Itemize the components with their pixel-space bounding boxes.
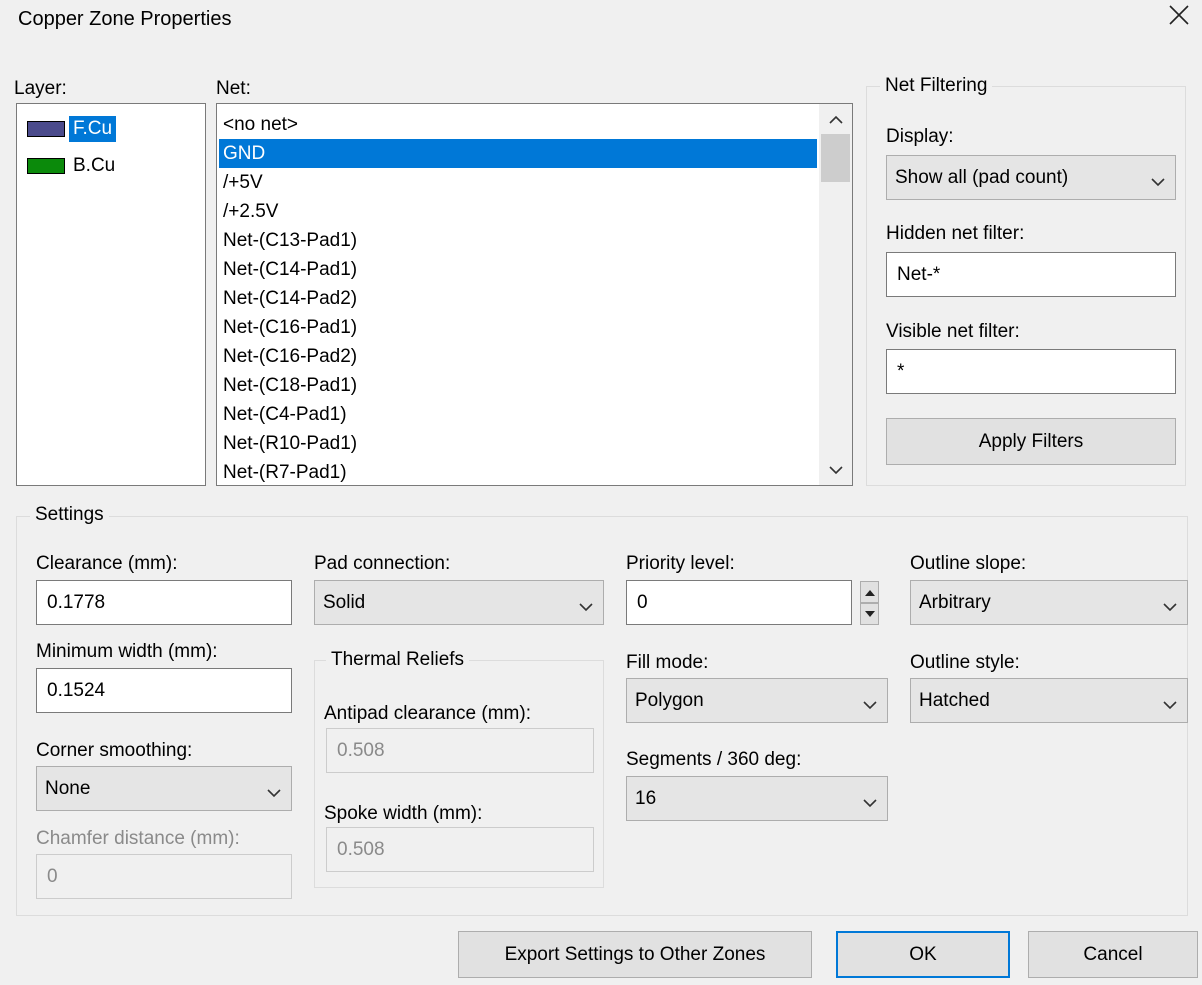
outline-slope-select[interactable]: Arbitrary: [910, 580, 1188, 625]
layer-item-label: B.Cu: [73, 155, 116, 176]
clearance-label: Clearance (mm):: [36, 553, 178, 574]
apply-filters-button[interactable]: Apply Filters: [886, 418, 1176, 465]
chevron-down-icon: [579, 596, 593, 618]
visible-net-filter-label: Visible net filter:: [886, 321, 1020, 342]
net-list-item[interactable]: Net-(C16-Pad1): [219, 313, 817, 342]
chevron-down-icon: [1163, 596, 1177, 618]
outline-slope-label: Outline slope:: [910, 553, 1027, 574]
dialog-title: Copper Zone Properties: [18, 8, 232, 30]
settings-title: Settings: [30, 504, 109, 526]
net-list-item[interactable]: /+5V: [219, 168, 817, 197]
spoke-width-input[interactable]: 0.508: [326, 827, 594, 872]
display-label: Display:: [886, 126, 954, 147]
chevron-up-icon[interactable]: [819, 104, 852, 134]
spin-up-button[interactable]: [860, 581, 879, 603]
chevron-down-icon: [1151, 171, 1165, 193]
layer-label: Layer:: [14, 78, 67, 99]
corner-smoothing-select[interactable]: None: [36, 766, 292, 811]
segments-label: Segments / 360 deg:: [626, 749, 802, 770]
net-label: Net:: [216, 78, 251, 99]
net-list-item[interactable]: Net-(R7-Pad1): [219, 458, 817, 485]
segments-value: 16: [635, 787, 657, 809]
export-settings-button[interactable]: Export Settings to Other Zones: [458, 931, 812, 978]
ok-button[interactable]: OK: [836, 931, 1010, 978]
close-icon[interactable]: [1168, 4, 1190, 26]
layer-item-bcu[interactable]: B.Cu: [27, 149, 119, 183]
net-filtering-title: Net Filtering: [880, 75, 993, 97]
net-list-item[interactable]: Net-(C18-Pad1): [219, 371, 817, 400]
fill-mode-select[interactable]: Polygon: [626, 678, 888, 723]
net-list-item[interactable]: Net-(C16-Pad2): [219, 342, 817, 371]
net-list-item[interactable]: /+2.5V: [219, 197, 817, 226]
clearance-input[interactable]: 0.1778: [36, 580, 292, 625]
display-select-value: Show all (pad count): [895, 166, 1069, 188]
corner-smoothing-label: Corner smoothing:: [36, 740, 193, 761]
layer-color-swatch: [27, 158, 65, 174]
chevron-down-icon: [863, 792, 877, 814]
pad-connection-value: Solid: [323, 591, 366, 613]
pad-connection-select[interactable]: Solid: [314, 580, 604, 625]
outline-style-value: Hatched: [919, 689, 990, 711]
minimum-width-label: Minimum width (mm):: [36, 641, 218, 662]
hidden-net-filter-label: Hidden net filter:: [886, 223, 1025, 244]
thermal-reliefs-title: Thermal Reliefs: [326, 649, 470, 671]
chevron-down-icon: [863, 694, 877, 716]
fill-mode-value: Polygon: [635, 689, 704, 711]
spin-down-button[interactable]: [860, 603, 879, 625]
chevron-down-icon[interactable]: [819, 455, 852, 485]
layer-color-swatch: [27, 121, 65, 137]
corner-smoothing-value: None: [45, 777, 91, 799]
priority-level-input[interactable]: 0: [626, 580, 852, 625]
fill-mode-label: Fill mode:: [626, 652, 709, 673]
layer-list[interactable]: F.Cu B.Cu: [16, 103, 206, 486]
outline-style-select[interactable]: Hatched: [910, 678, 1188, 723]
net-list[interactable]: <no net> GND /+5V /+2.5V Net-(C13-Pad1) …: [216, 103, 853, 486]
net-list-item[interactable]: Net-(C13-Pad1): [219, 226, 817, 255]
chamfer-distance-label: Chamfer distance (mm):: [36, 828, 240, 849]
pad-connection-label: Pad connection:: [314, 553, 451, 574]
scrollbar-thumb[interactable]: [821, 134, 850, 182]
net-list-scrollbar[interactable]: [819, 104, 852, 485]
outline-style-label: Outline style:: [910, 652, 1020, 673]
cancel-button[interactable]: Cancel: [1028, 931, 1198, 978]
chamfer-distance-input[interactable]: 0: [36, 854, 292, 899]
layer-item-fcu[interactable]: F.Cu: [27, 112, 117, 146]
hidden-net-filter-input[interactable]: Net-*: [886, 252, 1176, 297]
outline-slope-value: Arbitrary: [919, 591, 991, 613]
layer-item-label: F.Cu: [69, 116, 117, 142]
priority-level-label: Priority level:: [626, 553, 735, 574]
net-list-item[interactable]: Net-(C14-Pad1): [219, 255, 817, 284]
visible-net-filter-input[interactable]: *: [886, 349, 1176, 394]
net-list-item[interactable]: Net-(R10-Pad1): [219, 429, 817, 458]
net-list-item[interactable]: <no net>: [219, 110, 817, 139]
spoke-width-label: Spoke width (mm):: [324, 803, 483, 824]
net-list-item[interactable]: GND: [219, 139, 817, 168]
segments-select[interactable]: 16: [626, 776, 888, 821]
chevron-down-icon: [267, 782, 281, 804]
antipad-clearance-label: Antipad clearance (mm):: [324, 703, 531, 724]
minimum-width-input[interactable]: 0.1524: [36, 668, 292, 713]
net-list-item[interactable]: Net-(C14-Pad2): [219, 284, 817, 313]
net-list-item[interactable]: Net-(C4-Pad1): [219, 400, 817, 429]
chevron-down-icon: [1163, 694, 1177, 716]
antipad-clearance-input[interactable]: 0.508: [326, 728, 594, 773]
display-select[interactable]: Show all (pad count): [886, 155, 1176, 200]
